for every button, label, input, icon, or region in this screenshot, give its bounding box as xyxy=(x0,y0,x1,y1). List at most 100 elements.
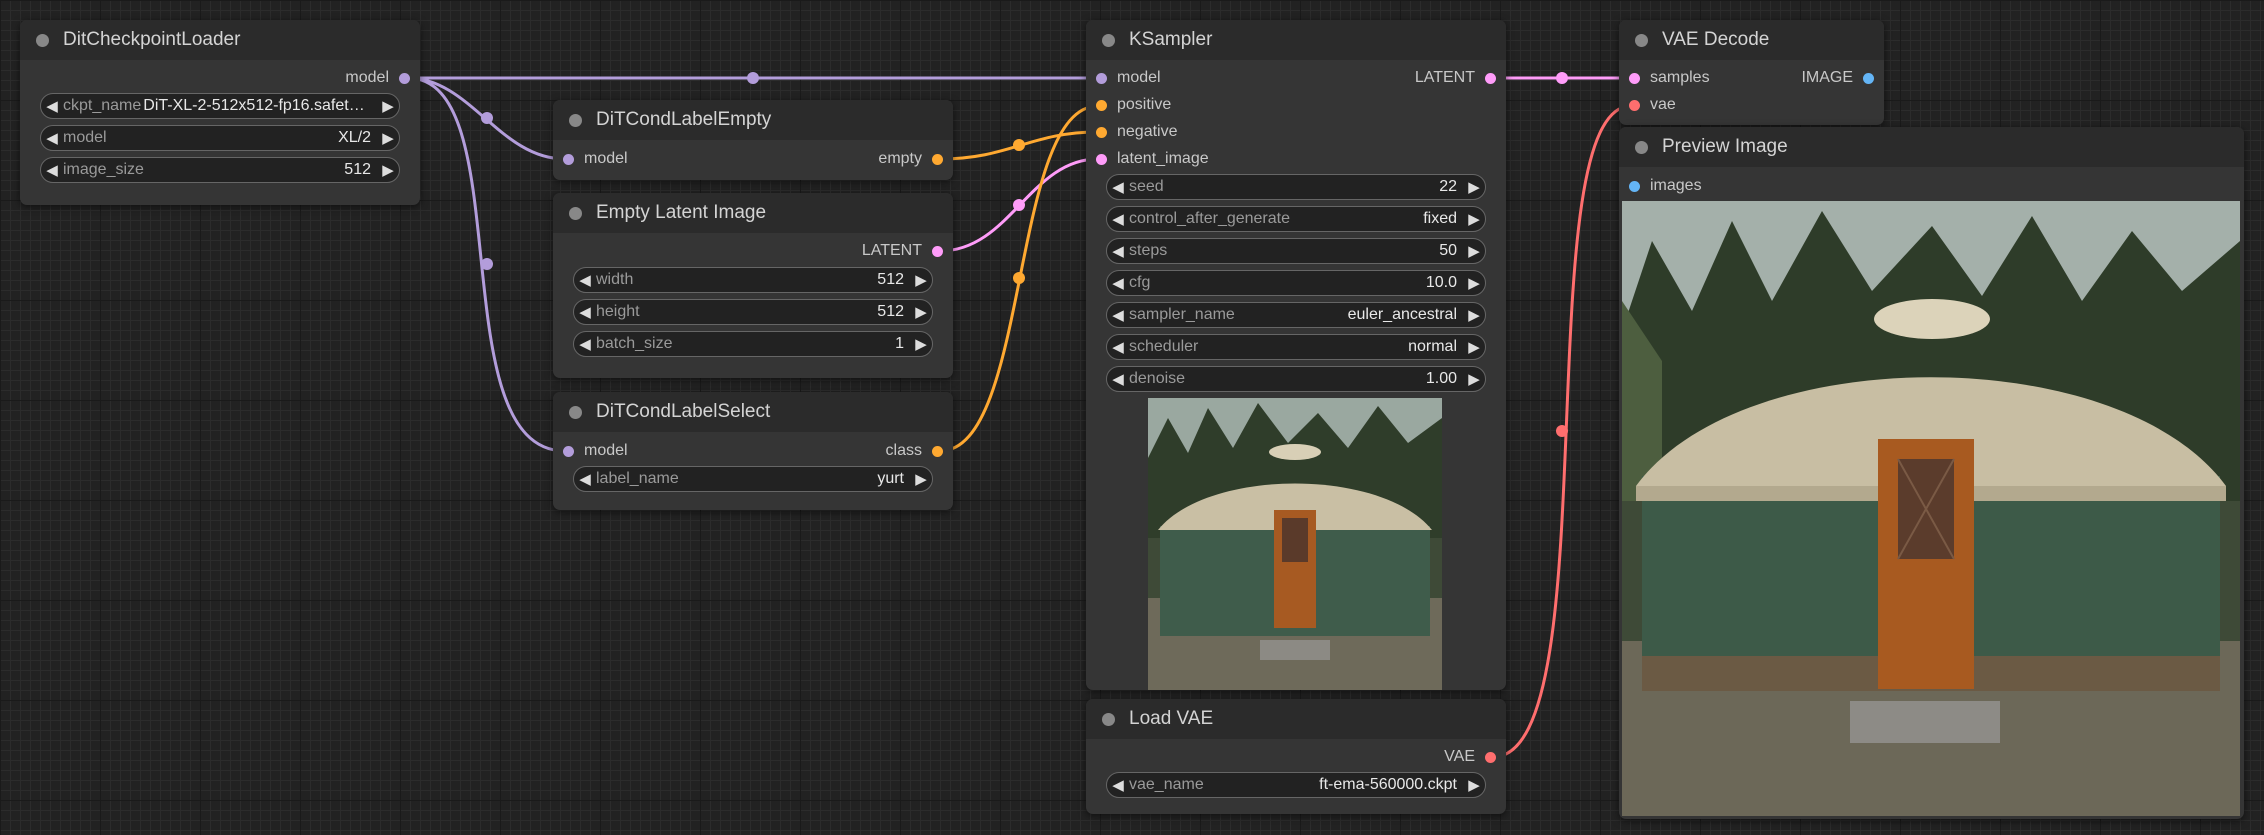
right-arrow-icon[interactable]: ▶ xyxy=(910,335,932,353)
wire-empty-negative[interactable] xyxy=(939,130,1099,161)
input-dot-icon[interactable] xyxy=(1096,99,1107,111)
wire-class-positive[interactable] xyxy=(939,104,1099,453)
left-arrow-icon[interactable]: ◀ xyxy=(1107,210,1129,228)
input-slot-model[interactable]: model xyxy=(563,440,628,462)
left-arrow-icon[interactable]: ◀ xyxy=(574,271,596,289)
widget-width[interactable]: ◀ width 512 ▶ xyxy=(573,267,933,293)
right-arrow-icon[interactable]: ▶ xyxy=(1463,242,1485,260)
left-arrow-icon[interactable]: ◀ xyxy=(1107,178,1129,196)
node-header[interactable]: DiTCondLabelEmpty xyxy=(553,100,953,140)
preview-output-image[interactable] xyxy=(1622,201,2240,816)
input-slot-vae[interactable]: vae xyxy=(1629,94,1676,116)
input-dot-icon[interactable] xyxy=(1096,72,1107,84)
output-slot-latent[interactable]: LATENT xyxy=(1415,67,1496,89)
output-dot-icon[interactable] xyxy=(932,445,943,457)
output-dot-icon[interactable] xyxy=(1485,751,1496,763)
collapse-dot-icon[interactable] xyxy=(1102,33,1115,47)
widget-seed[interactable]: ◀ seed 22 ▶ xyxy=(1106,174,1486,200)
output-dot-icon[interactable] xyxy=(399,72,410,84)
left-arrow-icon[interactable]: ◀ xyxy=(1107,338,1129,356)
right-arrow-icon[interactable]: ▶ xyxy=(1463,210,1485,228)
node-header[interactable]: Empty Latent Image xyxy=(553,193,953,233)
wire-reroute-dot[interactable] xyxy=(1013,199,1025,211)
widget-steps[interactable]: ◀ steps 50 ▶ xyxy=(1106,238,1486,264)
collapse-dot-icon[interactable] xyxy=(36,33,49,47)
right-arrow-icon[interactable]: ▶ xyxy=(910,303,932,321)
left-arrow-icon[interactable]: ◀ xyxy=(574,303,596,321)
wire-reroute-dot[interactable] xyxy=(1556,425,1568,437)
widget-scheduler[interactable]: ◀ scheduler normal ▶ xyxy=(1106,334,1486,360)
left-arrow-icon[interactable]: ◀ xyxy=(41,161,63,179)
input-slot-latent-image[interactable]: latent_image xyxy=(1096,148,1209,170)
collapse-dot-icon[interactable] xyxy=(1635,140,1648,154)
output-slot-vae[interactable]: VAE xyxy=(1086,746,1506,768)
left-arrow-icon[interactable]: ◀ xyxy=(1107,776,1129,794)
node-empty-latent-image[interactable]: Empty Latent Image LATENT ◀ width 512 ▶ … xyxy=(553,193,953,378)
node-vae-decode[interactable]: VAE Decode samples IMAGE vae xyxy=(1619,20,1884,125)
node-header[interactable]: Preview Image xyxy=(1619,127,2244,167)
wire-reroute-dot[interactable] xyxy=(1013,272,1025,284)
input-dot-icon[interactable] xyxy=(1629,72,1640,84)
widget-height[interactable]: ◀ height 512 ▶ xyxy=(573,299,933,325)
input-slot-model[interactable]: model xyxy=(1096,67,1161,89)
left-arrow-icon[interactable]: ◀ xyxy=(1107,370,1129,388)
wire-model-condempty[interactable] xyxy=(407,76,566,161)
node-ksampler[interactable]: KSampler model LATENT positive negative … xyxy=(1086,20,1506,690)
node-dit-cond-label-empty[interactable]: DiTCondLabelEmpty model empty xyxy=(553,100,953,180)
wire-latent-ksampler[interactable] xyxy=(939,157,1099,253)
right-arrow-icon[interactable]: ▶ xyxy=(1463,370,1485,388)
widget-cfg[interactable]: ◀ cfg 10.0 ▶ xyxy=(1106,270,1486,296)
right-arrow-icon[interactable]: ▶ xyxy=(377,97,399,115)
left-arrow-icon[interactable]: ◀ xyxy=(574,335,596,353)
node-header[interactable]: Load VAE xyxy=(1086,699,1506,739)
collapse-dot-icon[interactable] xyxy=(1102,712,1115,726)
output-dot-icon[interactable] xyxy=(1485,72,1496,84)
input-dot-icon[interactable] xyxy=(1629,180,1640,192)
widget-label-name[interactable]: ◀ label_name yurt ▶ xyxy=(573,466,933,492)
widget-vae-name[interactable]: ◀ vae_name ft-ema-560000.ckpt ▶ xyxy=(1106,772,1486,798)
collapse-dot-icon[interactable] xyxy=(569,405,582,419)
right-arrow-icon[interactable]: ▶ xyxy=(910,470,932,488)
output-dot-icon[interactable] xyxy=(1863,72,1874,84)
right-arrow-icon[interactable]: ▶ xyxy=(910,271,932,289)
input-slot-negative[interactable]: negative xyxy=(1096,121,1178,143)
node-header[interactable]: DitCheckpointLoader xyxy=(20,20,420,60)
output-slot-model[interactable]: model xyxy=(20,67,420,89)
left-arrow-icon[interactable]: ◀ xyxy=(1107,274,1129,292)
wire-reroute-dot[interactable] xyxy=(747,72,759,84)
input-dot-icon[interactable] xyxy=(1096,126,1107,138)
wire-reroute-dot[interactable] xyxy=(1013,139,1025,151)
node-dit-cond-label-select[interactable]: DiTCondLabelSelect model class ◀ label_n… xyxy=(553,392,953,510)
ksampler-preview-image[interactable] xyxy=(1148,398,1442,690)
output-slot-class[interactable]: class xyxy=(886,440,943,462)
node-preview-image[interactable]: Preview Image images xyxy=(1619,127,2244,819)
input-slot-images[interactable]: images xyxy=(1629,175,1702,197)
widget-denoise[interactable]: ◀ denoise 1.00 ▶ xyxy=(1106,366,1486,392)
right-arrow-icon[interactable]: ▶ xyxy=(1463,274,1485,292)
widget-model[interactable]: ◀ model XL/2 ▶ xyxy=(40,125,400,151)
right-arrow-icon[interactable]: ▶ xyxy=(377,129,399,147)
input-slot-positive[interactable]: positive xyxy=(1096,94,1171,116)
left-arrow-icon[interactable]: ◀ xyxy=(574,470,596,488)
left-arrow-icon[interactable]: ◀ xyxy=(41,129,63,147)
node-header[interactable]: DiTCondLabelSelect xyxy=(553,392,953,432)
output-slot-latent[interactable]: LATENT xyxy=(553,240,953,262)
widget-ckpt-name[interactable]: ◀ ckpt_name DiT-XL-2-512x512-fp16.safete… xyxy=(40,93,400,119)
widget-sampler-name[interactable]: ◀ sampler_name euler_ancestral ▶ xyxy=(1106,302,1486,328)
right-arrow-icon[interactable]: ▶ xyxy=(1463,338,1485,356)
collapse-dot-icon[interactable] xyxy=(569,113,582,127)
output-slot-image[interactable]: IMAGE xyxy=(1801,67,1874,89)
wire-model-condselect[interactable] xyxy=(407,76,566,453)
widget-batch-size[interactable]: ◀ batch_size 1 ▶ xyxy=(573,331,933,357)
wire-reroute-dot[interactable] xyxy=(481,112,493,124)
node-dit-checkpoint-loader[interactable]: DitCheckpointLoader model ◀ ckpt_name Di… xyxy=(20,20,420,205)
output-dot-icon[interactable] xyxy=(932,245,943,257)
input-slot-model[interactable]: model xyxy=(563,148,628,170)
collapse-dot-icon[interactable] xyxy=(1635,33,1648,47)
wire-reroute-dot[interactable] xyxy=(481,258,493,270)
input-dot-icon[interactable] xyxy=(563,445,574,457)
node-header[interactable]: VAE Decode xyxy=(1619,20,1884,60)
input-dot-icon[interactable] xyxy=(1629,99,1640,111)
right-arrow-icon[interactable]: ▶ xyxy=(1463,776,1485,794)
output-slot-empty[interactable]: empty xyxy=(878,148,943,170)
